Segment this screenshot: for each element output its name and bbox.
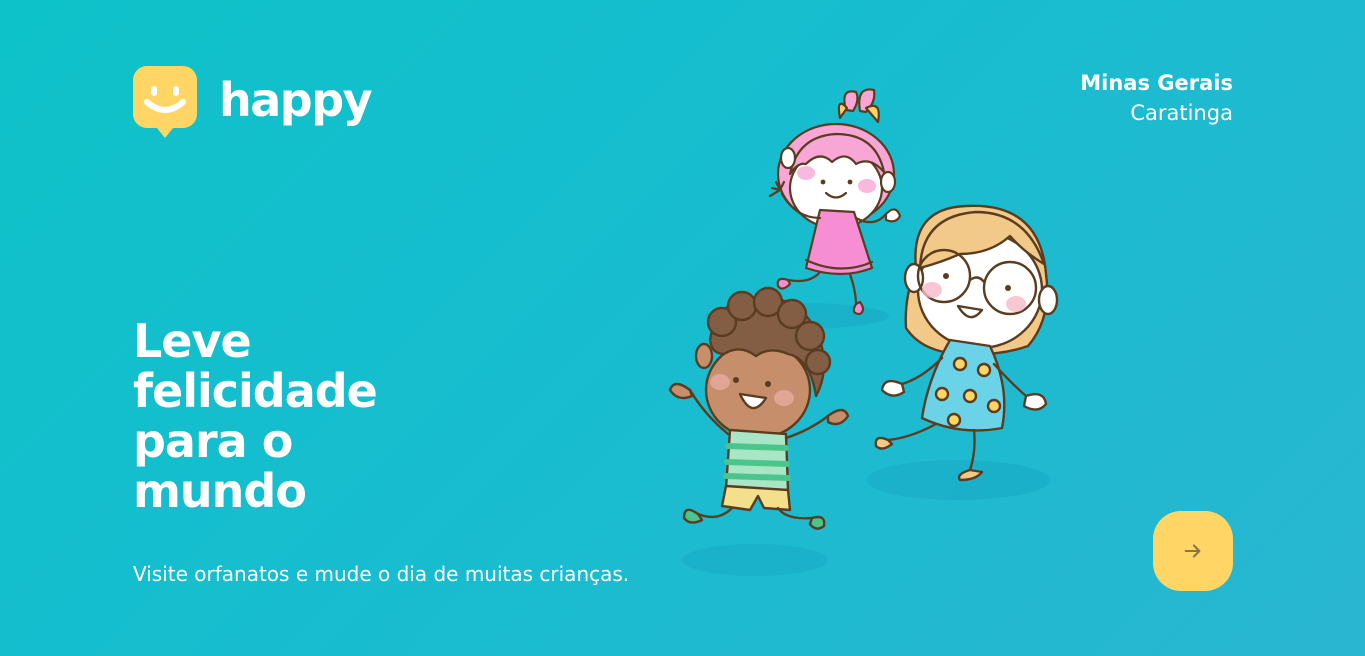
shadow-ellipse	[866, 460, 1050, 500]
headline-line: para o	[133, 414, 293, 468]
logo[interactable]: happy	[133, 66, 373, 140]
pink-girl-figure	[768, 88, 902, 316]
headline-line: mundo	[133, 464, 307, 518]
location-state: Minas Gerais	[1080, 71, 1233, 95]
location: Minas Gerais Caratinga	[1080, 70, 1233, 127]
enter-app-button[interactable]	[1153, 511, 1233, 591]
hero-tagline: Visite orfanatos e mude o dia de muitas …	[133, 562, 630, 586]
landing-page: happy Minas Gerais Caratinga Leve felici…	[0, 0, 1365, 656]
shadow-ellipse	[682, 544, 828, 576]
location-city: Caratinga	[1130, 101, 1233, 126]
arrow-right-icon	[1184, 544, 1201, 558]
hero-headline: Leve felicidade para o mundo	[133, 316, 433, 516]
headline-line: Leve	[133, 314, 252, 368]
blonde-girl-figure	[874, 204, 1059, 482]
headline-line: felicidade	[133, 364, 378, 418]
happy-children-illustration	[668, 88, 1059, 576]
smile-chat-bubble-icon	[133, 66, 197, 138]
brand-name: happy	[219, 73, 373, 127]
